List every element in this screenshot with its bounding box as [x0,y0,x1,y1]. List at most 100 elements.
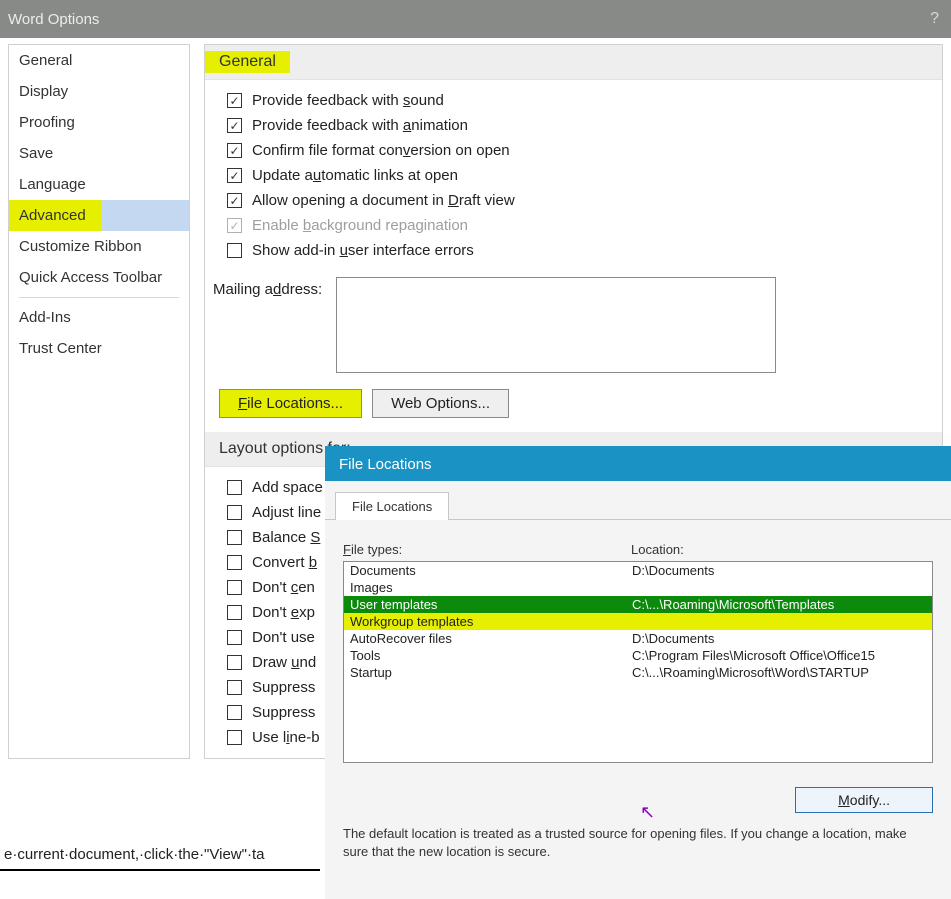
file-location: D:\Documents [632,631,926,646]
file-type: Images [350,580,632,595]
general-option: ✓ Provide feedback with sound [219,88,928,113]
file-type: Workgroup templates [350,614,632,629]
file-type: Documents [350,563,632,578]
option-label: Adjust line [252,504,321,521]
general-buttons-row: File Locations... Web Options... [205,379,942,426]
checkbox[interactable] [227,505,242,520]
checkbox[interactable] [227,730,242,745]
checkbox[interactable]: ✓ [227,168,242,183]
column-headers: File types: Location: [343,542,933,557]
checkbox[interactable] [227,655,242,670]
file-type: Startup [350,665,632,680]
checkbox[interactable]: ✓ [227,118,242,133]
file-location-row[interactable]: AutoRecover filesD:\Documents [344,630,932,647]
checkbox[interactable]: ✓ [227,193,242,208]
general-option: ✓ Provide feedback with animation [219,113,928,138]
checkbox: ✓ [227,218,242,233]
section-header-general: General [205,45,942,80]
option-label: Suppress [252,704,315,721]
checkbox[interactable] [227,630,242,645]
sidebar-divider [19,297,179,298]
modify-button[interactable]: Modify... [795,787,933,813]
file-type: Tools [350,648,632,663]
file-locations-button[interactable]: File Locations... [219,389,362,418]
section-title-general: General [205,51,290,73]
sidebar-item-proofing[interactable]: Proofing [9,107,189,138]
option-label: Provide feedback with animation [252,117,468,134]
file-locations-dialog: File Locations File Locations File types… [325,446,951,899]
sidebar-item-general[interactable]: General [9,45,189,76]
window-title: Word Options [8,11,926,28]
window-titlebar: Word Options ? [0,0,951,38]
sidebar-item-trust-center[interactable]: Trust Center [9,333,189,364]
sidebar-item-quick-access-toolbar[interactable]: Quick Access Toolbar [9,262,189,293]
dialog-title: File Locations [325,448,951,481]
file-location-row[interactable]: Workgroup templates [344,613,932,630]
option-label: Allow opening a document in Draft view [252,192,515,209]
dialog-tab-strip: File Locations [325,491,951,520]
dialog-button-row: Modify... [325,773,951,819]
file-location: C:\...\Roaming\Microsoft\Templates [632,597,926,612]
sidebar-item-customize-ribbon[interactable]: Customize Ribbon [9,231,189,262]
option-label: Confirm file format conversion on open [252,142,510,159]
checkbox[interactable] [227,243,242,258]
option-label: Show add-in user interface errors [252,242,474,259]
checkbox[interactable] [227,555,242,570]
option-label: Use line-b [252,729,320,746]
checkbox[interactable]: ✓ [227,93,242,108]
option-label: Balance S [252,529,320,546]
mailing-address-row: Mailing address: [205,271,942,379]
help-icon[interactable]: ? [926,10,943,28]
general-option: ✓ Allow opening a document in Draft view [219,188,928,213]
sidebar-item-advanced[interactable]: Advanced [9,200,102,231]
checkbox[interactable] [227,605,242,620]
tab-file-locations[interactable]: File Locations [335,492,449,520]
sidebar-item-language[interactable]: Language [9,169,189,200]
option-label: Suppress [252,679,315,696]
checkbox[interactable] [227,530,242,545]
file-location: C:\Program Files\Microsoft Office\Office… [632,648,926,663]
checkbox[interactable] [227,705,242,720]
checkbox[interactable] [227,580,242,595]
sidebar-item-save[interactable]: Save [9,138,189,169]
general-option: ✓ Update automatic links at open [219,163,928,188]
general-option: ✓ Confirm file format conversion on open [219,138,928,163]
web-options-button[interactable]: Web Options... [372,389,509,418]
file-location [632,614,926,629]
option-label: Don't cen [252,579,315,596]
general-option: ✓ Enable background repagination [219,213,928,238]
sidebar-item-display[interactable]: Display [9,76,189,107]
checkbox[interactable]: ✓ [227,143,242,158]
column-header-location: Location: [631,542,933,557]
general-option: Show add-in user interface errors [219,238,928,263]
option-label: Update automatic links at open [252,167,458,184]
file-location-row[interactable]: Images [344,579,932,596]
option-label: Provide feedback with sound [252,92,444,109]
file-location-row[interactable]: User templatesC:\...\Roaming\Microsoft\T… [344,596,932,613]
file-type: User templates [350,597,632,612]
checkbox[interactable] [227,480,242,495]
document-fragment-text: e·current·document,·click·the·"View"·ta [0,828,320,871]
option-label: Add space [252,479,323,496]
dialog-note: The default location is treated as a tru… [325,819,951,866]
file-location [632,580,926,595]
general-options: ✓ Provide feedback with sound ✓ Provide fee… [205,80,942,271]
sidebar: General Display Proofing Save Language A… [8,44,190,759]
file-location-row[interactable]: ToolsC:\Program Files\Microsoft Office\O… [344,647,932,664]
mailing-address-textarea[interactable] [336,277,776,373]
mailing-address-label: Mailing address: [213,277,322,298]
option-label: Draw und [252,654,316,671]
column-header-file-types: File types: [343,542,631,557]
checkbox[interactable] [227,680,242,695]
option-label: Don't exp [252,604,315,621]
option-label: Convert b [252,554,317,571]
option-label: Don't use [252,629,315,646]
sidebar-item-add-ins[interactable]: Add-Ins [9,302,189,333]
file-locations-list[interactable]: DocumentsD:\DocumentsImagesUser template… [343,561,933,763]
file-location: D:\Documents [632,563,926,578]
file-location: C:\...\Roaming\Microsoft\Word\STARTUP [632,665,926,680]
file-type: AutoRecover files [350,631,632,646]
file-location-row[interactable]: StartupC:\...\Roaming\Microsoft\Word\STA… [344,664,932,681]
option-label: Enable background repagination [252,217,468,234]
file-location-row[interactable]: DocumentsD:\Documents [344,562,932,579]
